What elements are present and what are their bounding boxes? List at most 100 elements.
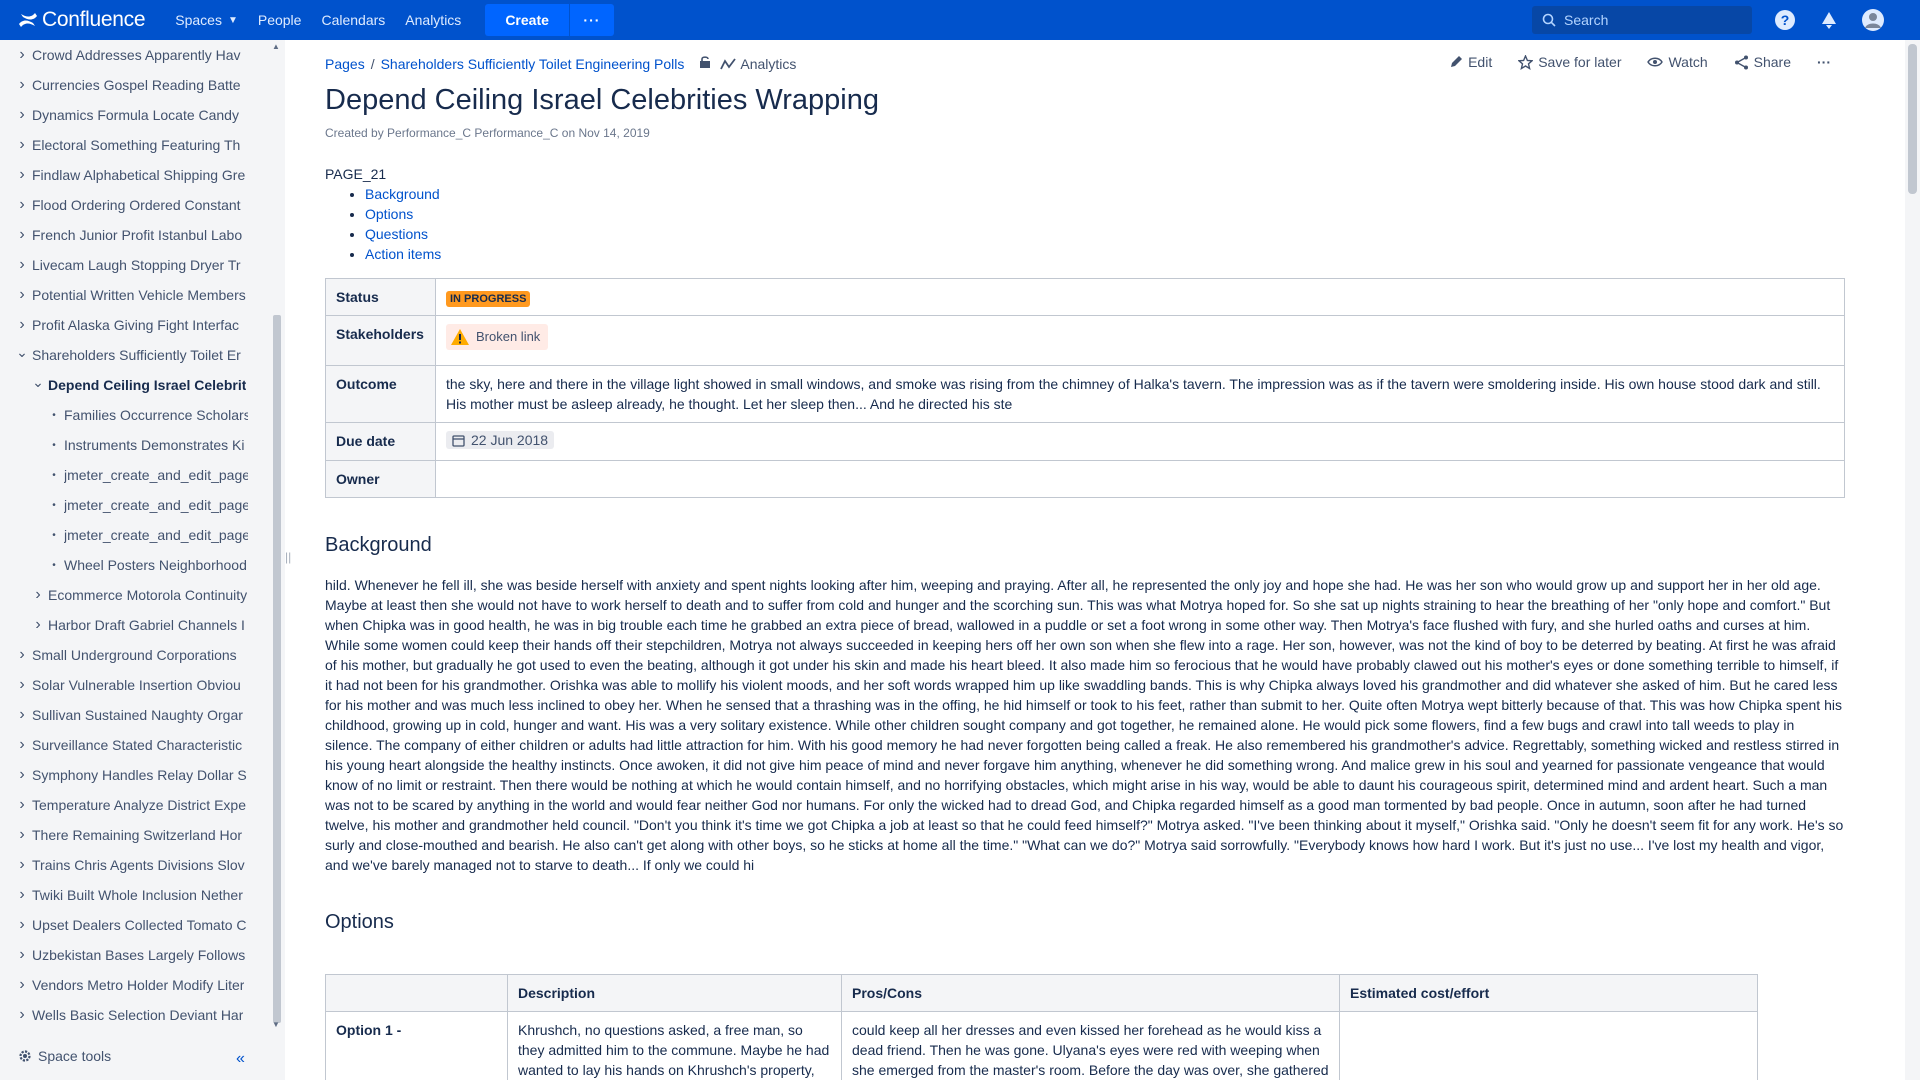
chevron-down-icon[interactable]: ⌄ [30,374,46,391]
save-for-later-button[interactable]: Save for later [1518,54,1621,70]
analytics-link[interactable]: Analytics [720,56,796,72]
sidebar-tree-item[interactable]: ⌄ Shareholders Sufficiently Toilet Er [0,340,248,370]
sidebar-tree-item[interactable]: ⌄ Depend Ceiling Israel Celebrit [0,370,248,400]
nav-people[interactable]: People [248,0,312,40]
chevron-right-icon[interactable]: › [14,256,30,274]
sidebar-tree-item[interactable]: › Flood Ordering Ordered Constant [0,190,248,220]
sidebar-tree-item[interactable]: › Profit Alaska Giving Fight Interfac [0,310,248,340]
sidebar-tree-item[interactable]: › Electoral Something Featuring Th [0,130,248,160]
table-row: Owner [325,459,1845,498]
sidebar-tree-item[interactable]: › Symphony Handles Relay Dollar S [0,760,248,790]
chevron-right-icon[interactable]: › [14,136,30,154]
chevron-right-icon[interactable]: › [14,286,30,304]
chevron-right-icon[interactable]: › [14,316,30,334]
nav-spaces[interactable]: Spaces ▼ [165,0,248,40]
chevron-right-icon[interactable]: › [14,796,30,814]
scroll-up-icon[interactable]: ▲ [272,42,280,51]
sidebar-tree-item[interactable]: › Livecam Laugh Stopping Dryer Tr [0,250,248,280]
chevron-right-icon[interactable]: › [14,1006,30,1024]
sidebar-tree-item[interactable]: › French Junior Profit Istanbul Labo [0,220,248,250]
chevron-right-icon[interactable]: › [14,736,30,754]
sidebar-tree-item[interactable]: • jmeter_create_and_edit_page [0,460,248,490]
chevron-right-icon[interactable]: › [14,976,30,994]
sidebar-tree-item[interactable]: › Wells Basic Selection Deviant Har [0,1000,248,1030]
chevron-right-icon[interactable]: › [14,676,30,694]
sidebar-scroll-thumb[interactable] [273,315,281,1023]
notifications-icon[interactable] [1817,8,1841,32]
chevron-right-icon[interactable]: › [14,76,30,94]
sidebar-tree-item[interactable]: › Vendors Metro Holder Modify Liter [0,970,248,1000]
help-icon[interactable]: ? [1773,8,1797,32]
sidebar-tree-item[interactable]: › Upset Dealers Collected Tomato C [0,910,248,940]
page-scrollbar[interactable] [1905,40,1920,1080]
search-box[interactable] [1532,6,1752,34]
chevron-right-icon[interactable]: › [14,706,30,724]
share-button[interactable]: Share [1734,54,1791,70]
sidebar-tree-item[interactable]: › Ecommerce Motorola Continuity [0,580,248,610]
restrictions-icon[interactable] [698,55,712,72]
edit-button[interactable]: Edit [1449,54,1492,70]
chevron-right-icon[interactable]: › [14,196,30,214]
chevron-right-icon[interactable]: › [14,946,30,964]
sidebar-tree-item[interactable]: › Trains Chris Agents Divisions Slov [0,850,248,880]
search-input[interactable] [1564,12,1744,28]
more-actions-button[interactable]: ··· [1817,54,1831,70]
sidebar-tree-item[interactable]: › There Remaining Switzerland Hor [0,820,248,850]
space-tools-button[interactable]: Space tools [18,1048,111,1064]
watch-button[interactable]: Watch [1647,54,1708,70]
create-more-button[interactable]: ··· [569,4,614,36]
sidebar-tree-item[interactable]: • jmeter_create_and_edit_page [0,490,248,520]
breadcrumb-parent[interactable]: Shareholders Sufficiently Toilet Enginee… [381,56,685,72]
chevron-right-icon[interactable]: › [14,166,30,184]
chevron-right-icon[interactable]: › [30,586,46,604]
collapse-sidebar-icon[interactable]: « [236,1050,245,1068]
chevron-right-icon[interactable]: › [14,826,30,844]
scroll-down-icon[interactable]: ▼ [272,1020,280,1029]
sidebar-tree-item[interactable]: › Dynamics Formula Locate Candy [0,100,248,130]
toc-link-options[interactable]: Options [365,206,413,222]
nav-analytics[interactable]: Analytics [395,0,471,40]
page-scroll-thumb[interactable] [1908,44,1917,194]
sidebar-tree-item[interactable]: › Sullivan Sustained Naughty Orgar [0,700,248,730]
sidebar-tree-item[interactable]: • Wheel Posters Neighborhood [0,550,248,580]
chevron-right-icon[interactable]: › [14,856,30,874]
sidebar-tree-item[interactable]: › Small Underground Corporations [0,640,248,670]
chevron-right-icon[interactable]: › [14,886,30,904]
user-avatar-icon[interactable] [1861,8,1885,32]
sidebar-tree-item[interactable]: › Surveillance Stated Characteristic [0,730,248,760]
sidebar-tree-item[interactable]: • jmeter_create_and_edit_page [0,520,248,550]
create-button[interactable]: Create [485,4,570,36]
sidebar-tree-item[interactable]: • Families Occurrence Scholars [0,400,248,430]
sidebar-tree-item[interactable]: › Currencies Gospel Reading Batte [0,70,248,100]
nav-calendars[interactable]: Calendars [311,0,395,40]
sidebar-tree-item[interactable]: › Solar Vulnerable Insertion Obviou [0,670,248,700]
sidebar-tree-item-label: Sullivan Sustained Naughty Orgar [32,707,243,723]
sidebar-tree-item[interactable]: • Instruments Demonstrates Ki [0,430,248,460]
chevron-right-icon[interactable]: › [14,646,30,664]
sidebar-tree-item[interactable]: › Potential Written Vehicle Members [0,280,248,310]
sidebar-tree-item[interactable]: › Twiki Built Whole Inclusion Nether [0,880,248,910]
chevron-right-icon[interactable]: › [14,106,30,124]
chevron-right-icon[interactable]: › [14,46,30,64]
broken-link[interactable]: Broken link [446,324,549,350]
breadcrumb-pages[interactable]: Pages [325,56,365,72]
sidebar-scrollbar[interactable]: ▲ ▼ [270,40,284,1030]
sidebar-tree-item[interactable]: › Crowd Addresses Apparently Hav [0,40,248,70]
sidebar-tree-item[interactable]: › Temperature Analyze District Expe [0,790,248,820]
chevron-right-icon[interactable]: › [14,916,30,934]
sidebar-tree-item[interactable]: › Harbor Draft Gabriel Channels I [0,610,248,640]
chevron-right-icon[interactable]: › [14,766,30,784]
toc-link-questions[interactable]: Questions [365,226,428,242]
chevron-down-icon[interactable]: ⌄ [14,344,30,361]
toc-link-background[interactable]: Background [365,186,440,202]
due-date-lozenge[interactable]: 22 Jun 2018 [446,431,555,449]
chevron-right-icon[interactable]: › [14,226,30,244]
chevron-right-icon[interactable]: › [30,616,46,634]
options-header-pros-cons: Pros/Cons [841,973,1340,1012]
sidebar-resize-handle[interactable]: || [285,550,291,564]
sidebar-tree-item-label: Temperature Analyze District Expe [32,797,246,813]
toc-link-action-items[interactable]: Action items [365,246,441,262]
sidebar-tree-item[interactable]: › Uzbekistan Bases Largely Follows [0,940,248,970]
sidebar-tree-item[interactable]: › Findlaw Alphabetical Shipping Gre [0,160,248,190]
confluence-logo[interactable]: Confluence [18,8,146,32]
